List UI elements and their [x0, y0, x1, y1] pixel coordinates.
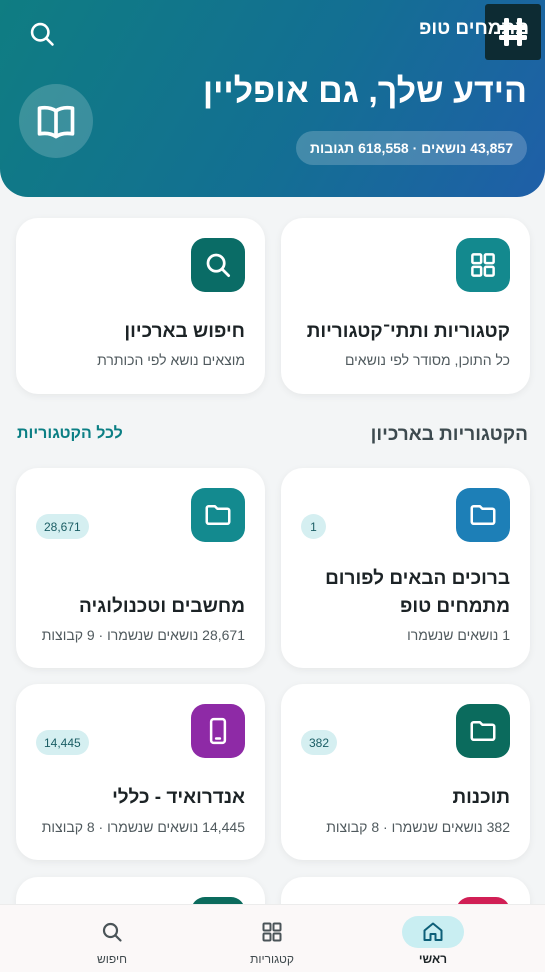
category-card[interactable]: 382 תוכנות 382 נושאים שנשמרו · 8 קבוצות — [281, 684, 530, 860]
count-badge: 1 — [301, 514, 326, 539]
stats-text: 43,857 נושאים · 618,558 תגובות — [310, 140, 513, 156]
count-badge: 28,671 — [36, 514, 89, 539]
card-title: אנדרואיד - כללי — [112, 787, 245, 808]
hero-title: הידע שלך, גם אופליין — [202, 72, 527, 110]
header: מתמחים טופ הידע שלך, גם אופליין 43,857 נ… — [0, 0, 545, 197]
grid-icon — [262, 922, 282, 942]
count-badge: 382 — [301, 730, 338, 755]
count-badge: 14,445 — [36, 730, 89, 755]
folder-icon — [470, 721, 496, 741]
folder-icon — [205, 505, 231, 525]
card-title-line: ברוכים הבאים לפורום — [325, 568, 510, 589]
card-subtitle: 1 נושאים שנשמרו — [407, 627, 510, 643]
search-archive-card[interactable]: חיפוש בארכיון מוצאים נושא לפי הכותרת — [16, 218, 265, 394]
nav-home[interactable]: ראשי — [373, 905, 493, 972]
all-categories-link[interactable]: לכל הקטגוריות — [17, 425, 123, 443]
search-button[interactable] — [22, 14, 62, 54]
bottom-navigation: ראשי קטגוריות חיפוש — [0, 904, 545, 972]
grid-icon — [471, 253, 495, 277]
card-subtitle: 14,445 נושאים שנשמרו · 8 קבוצות — [41, 819, 245, 835]
card-title: תוכנות — [452, 787, 510, 808]
nav-label: קטגוריות — [250, 952, 294, 966]
card-title: ברוכים הבאים לפורום מתמחים טופ — [301, 565, 510, 621]
section-title: הקטגוריות בארכיון — [370, 424, 528, 445]
nav-label: ראשי — [418, 952, 448, 966]
card-title-line: מתמחים טופ — [399, 596, 510, 617]
category-card[interactable]: 14,445 אנדרואיד - כללי 14,445 נושאים שנש… — [16, 684, 265, 860]
category-card[interactable]: 28,671 מחשבים וטכנולוגיה 28,671 נושאים ש… — [16, 468, 265, 668]
search-icon-tile — [191, 238, 245, 292]
category-card[interactable]: 1 ברוכים הבאים לפורום מתמחים טופ 1 נושאי… — [281, 468, 530, 668]
card-subtitle: מוצאים נושא לפי הכותרת — [97, 352, 245, 368]
card-subtitle: 382 נושאים שנשמרו · 8 קבוצות — [326, 819, 510, 835]
nav-icon-pill — [402, 916, 464, 948]
folder-icon-tile — [456, 488, 510, 542]
folder-icon — [470, 505, 496, 525]
book-badge — [19, 84, 93, 158]
phone-icon-tile — [191, 704, 245, 758]
card-subtitle: 28,671 נושאים שנשמרו · 9 קבוצות — [41, 627, 245, 643]
search-icon — [102, 922, 122, 942]
card-subtitle: כל התוכן, מסודר לפי נושאים — [344, 352, 510, 368]
grid-icon-tile — [456, 238, 510, 292]
nav-icon-pill — [241, 916, 303, 948]
book-icon — [37, 105, 75, 139]
folder-icon-tile — [456, 704, 510, 758]
search-icon — [30, 22, 54, 46]
stats-badge: 43,857 נושאים · 618,558 תגובות — [296, 131, 527, 165]
search-icon — [206, 253, 230, 277]
card-title: מחשבים וטכנולוגיה — [78, 596, 245, 617]
nav-search[interactable]: חיפוש — [52, 905, 172, 972]
folder-icon-tile — [191, 488, 245, 542]
card-title: חיפוש בארכיון — [124, 321, 245, 342]
app-name: מתמחים טופ — [418, 18, 529, 39]
categories-action-card[interactable]: קטגוריות ותתי־קטגוריות כל התוכן, מסודר ל… — [281, 218, 530, 394]
home-icon — [423, 922, 443, 941]
nav-label: חיפוש — [97, 952, 127, 966]
card-title: קטגוריות ותתי־קטגוריות — [306, 321, 510, 342]
nav-icon-pill — [81, 916, 143, 948]
phone-icon — [209, 717, 227, 745]
nav-categories[interactable]: קטגוריות — [212, 905, 332, 972]
